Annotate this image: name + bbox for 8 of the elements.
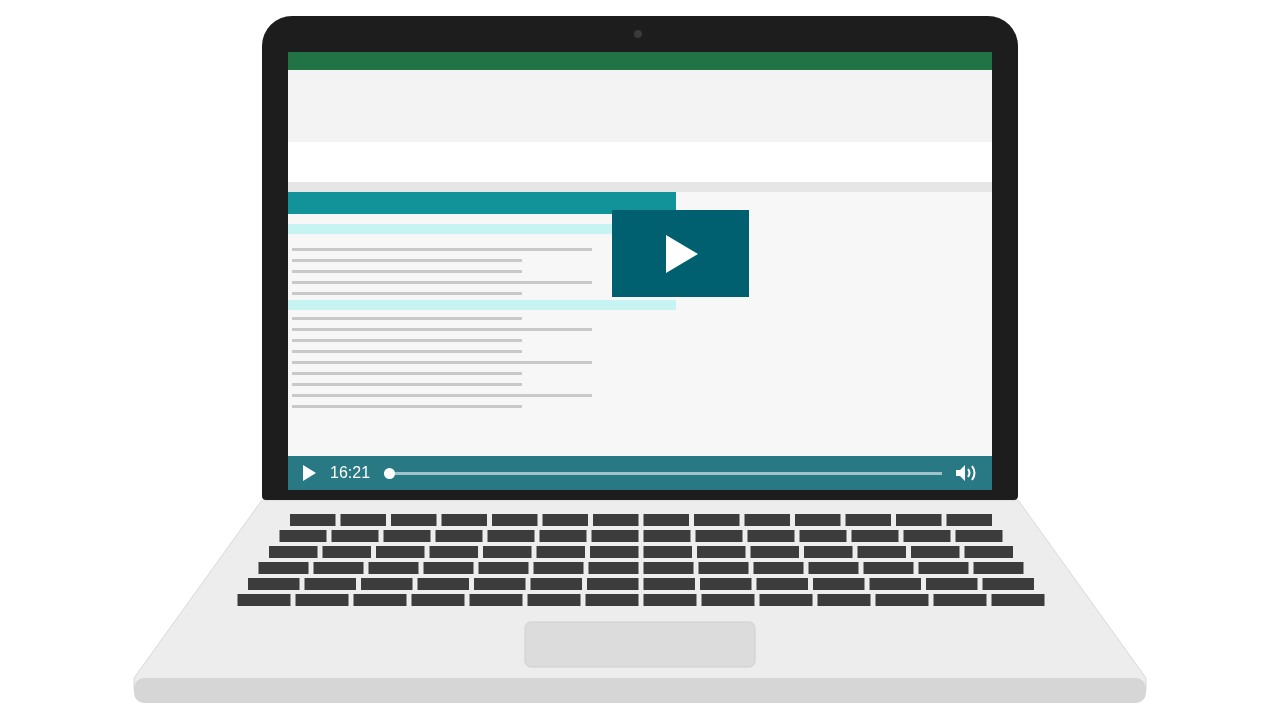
progress-handle[interactable]	[384, 467, 396, 479]
current-time: 16:21	[330, 463, 371, 483]
play-icon	[302, 465, 316, 481]
play-button[interactable]	[612, 210, 749, 297]
camera-icon	[634, 30, 642, 38]
play-button[interactable]	[302, 465, 316, 481]
play-icon	[663, 234, 698, 273]
volume-icon[interactable]	[956, 464, 978, 482]
